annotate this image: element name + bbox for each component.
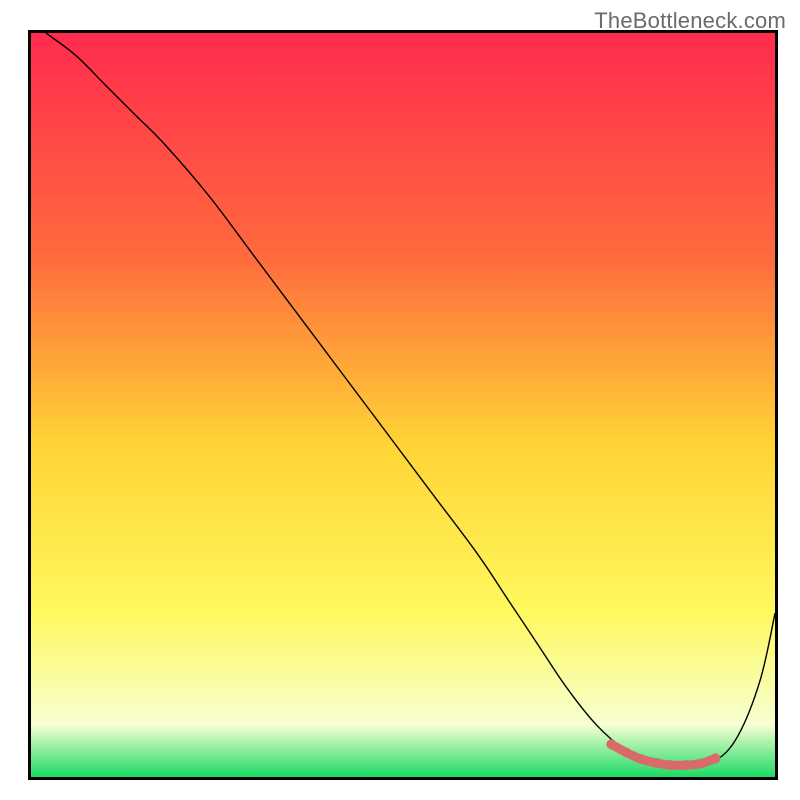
highlight-marker [696, 759, 706, 769]
plot-svg [31, 33, 775, 777]
highlight-marker [621, 747, 631, 757]
highlight-marker [636, 754, 646, 764]
highlight-marker [651, 758, 661, 768]
highlight-marker [681, 760, 691, 770]
highlight-marker [666, 760, 676, 770]
chart-container: TheBottleneck.com [0, 0, 800, 800]
highlight-marker [710, 753, 720, 763]
highlight-marker [606, 739, 616, 749]
background-gradient [31, 33, 775, 777]
plot-frame [28, 30, 778, 780]
